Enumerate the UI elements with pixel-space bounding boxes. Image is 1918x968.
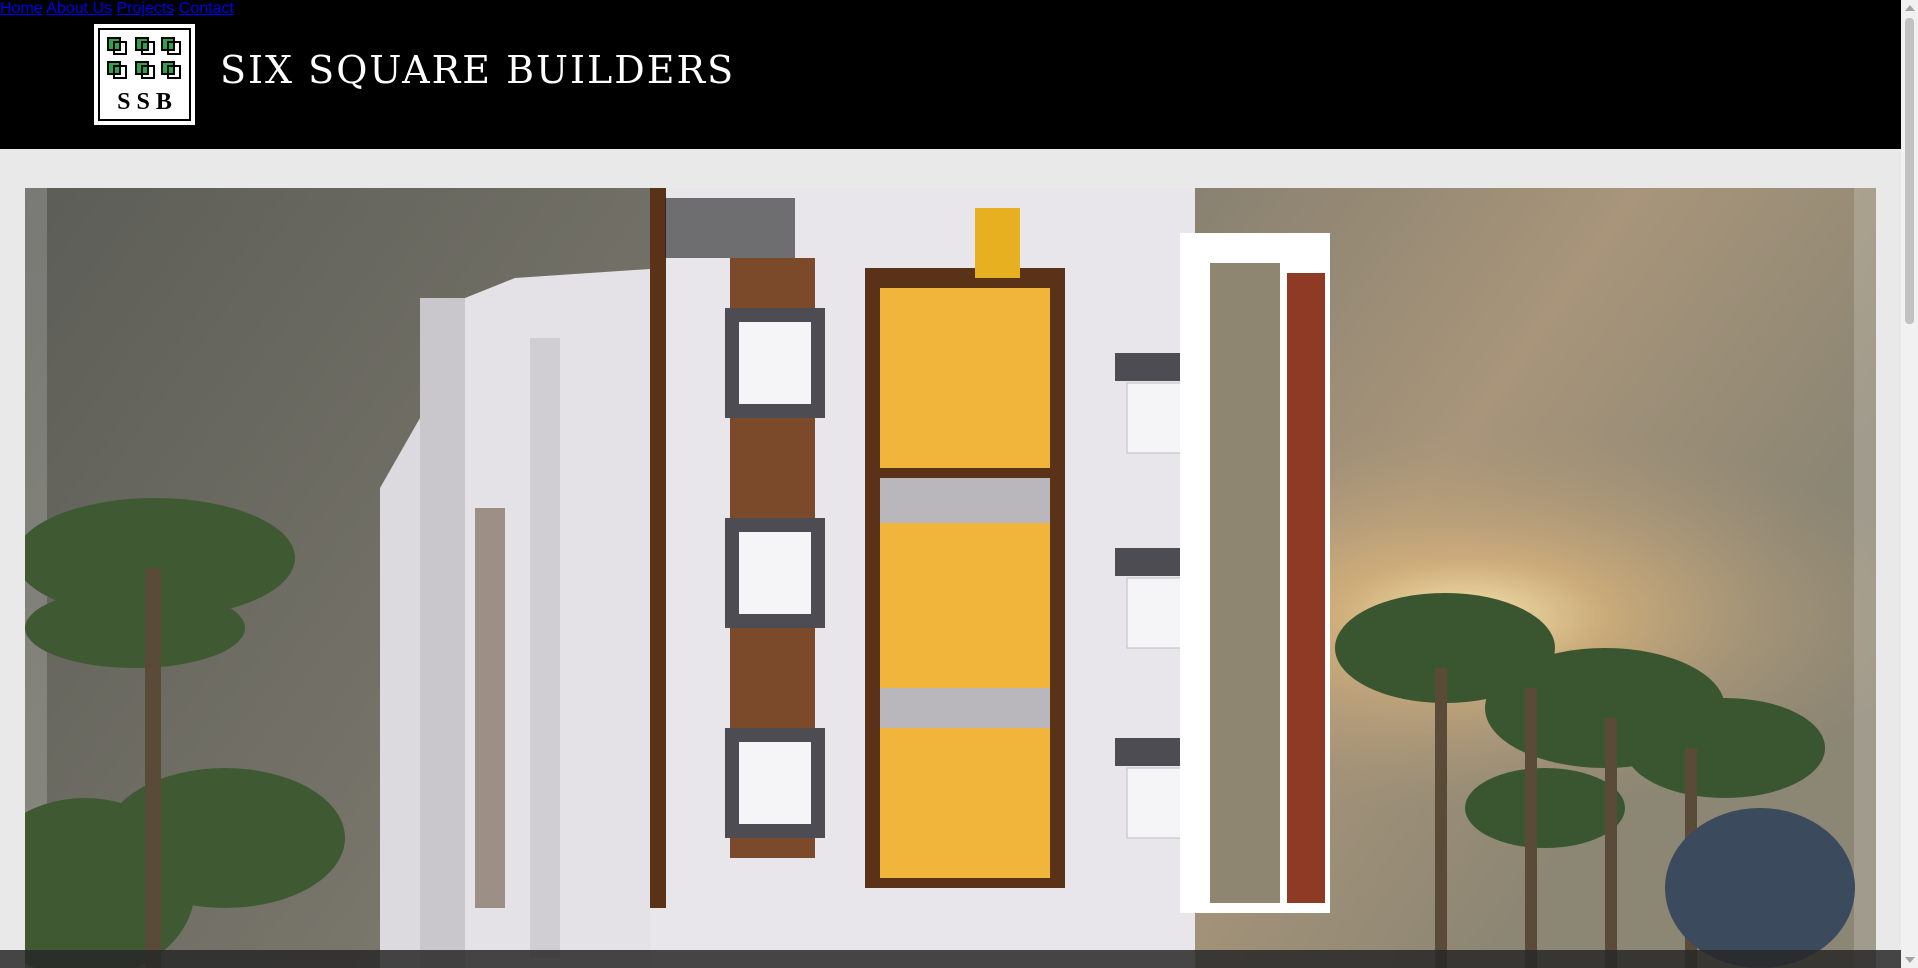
scroll-up-icon[interactable]	[1905, 5, 1915, 11]
bottom-overlay-bar	[0, 950, 1901, 968]
page-scrollbar[interactable]	[1901, 0, 1918, 968]
logo-squares-icon	[107, 37, 181, 79]
hero-image	[25, 188, 1876, 968]
brand-name[interactable]: SIX SQUARE BUILDERS	[220, 48, 735, 92]
logo-frame: SSB	[98, 28, 191, 121]
building-rendering-image	[25, 188, 1876, 968]
scroll-down-icon[interactable]	[1905, 957, 1915, 963]
site-logo[interactable]: SSB	[94, 24, 195, 125]
site-header: SSB SIX SQUARE BUILDERS Home About Us Pr…	[0, 0, 1901, 149]
main-nav: Home About Us Projects Contact	[0, 0, 1901, 18]
nav-about-us[interactable]: About Us	[46, 0, 112, 17]
nav-home[interactable]: Home	[0, 0, 43, 17]
nav-contact[interactable]: Contact	[179, 0, 234, 17]
scrollbar-thumb[interactable]	[1905, 18, 1914, 324]
logo-text: SSB	[117, 89, 178, 115]
nav-projects[interactable]: Projects	[117, 0, 175, 17]
